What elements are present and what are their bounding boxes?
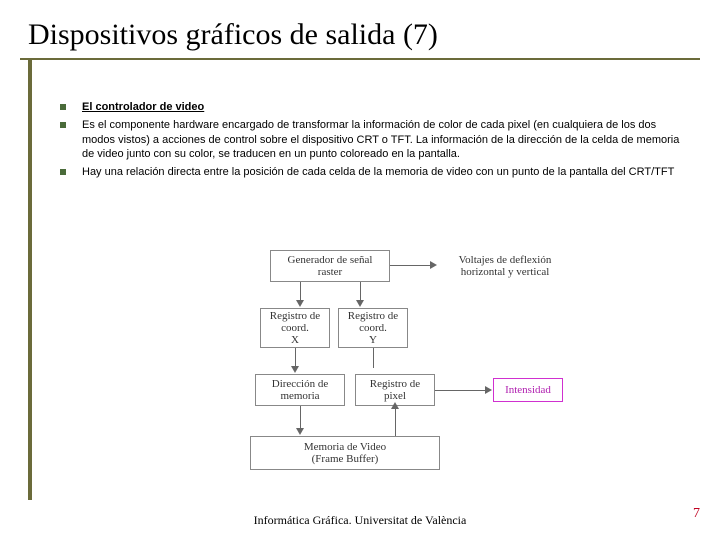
diagram: Generador de señalraster Voltajes de def…	[140, 250, 610, 490]
arrow	[300, 282, 301, 302]
arrow	[373, 348, 374, 368]
box-regx: Registro decoord.X	[260, 308, 330, 348]
bullet-text: El controlador de video	[82, 100, 690, 114]
arrow-head-icon	[291, 366, 299, 373]
arrow	[435, 390, 485, 391]
content-area: El controlador de video Es el componente…	[60, 100, 690, 183]
arrow	[390, 265, 430, 266]
arrow	[360, 282, 361, 302]
arrow-head-icon	[296, 300, 304, 307]
box-memvid: Memoria de Video(Frame Buffer)	[250, 436, 440, 470]
box-regy: Registro decoord.Y	[338, 308, 408, 348]
page-number: 7	[693, 506, 700, 522]
label-deflex: Voltajes de deflexiónhorizontal y vertic…	[440, 254, 570, 278]
accent-bar	[28, 60, 32, 500]
bullet-icon	[60, 122, 66, 128]
box-dirmem: Dirección dememoria	[255, 374, 345, 406]
slide: Dispositivos gráficos de salida (7) El c…	[0, 0, 720, 540]
arrow-head-icon	[391, 402, 399, 409]
bullet-item: Es el componente hardware encargado de t…	[60, 118, 690, 161]
box-intensidad: Intensidad	[493, 378, 563, 402]
arrow	[295, 348, 296, 368]
footer-text: Informática Gráfica. Universitat de Valè…	[0, 513, 720, 528]
bullet-text: Es el componente hardware encargado de t…	[82, 118, 690, 161]
box-generator: Generador de señalraster	[270, 250, 390, 282]
arrow	[300, 406, 301, 430]
arrow	[395, 406, 396, 436]
arrow-head-icon	[430, 261, 437, 269]
arrow-head-icon	[356, 300, 364, 307]
arrow-head-icon	[485, 386, 492, 394]
bullet-item: El controlador de video	[60, 100, 690, 114]
bullet-icon	[60, 104, 66, 110]
slide-title: Dispositivos gráficos de salida (7)	[20, 10, 700, 60]
bullet-icon	[60, 169, 66, 175]
arrow-head-icon	[296, 428, 304, 435]
bullet-item: Hay una relación directa entre la posici…	[60, 165, 690, 179]
bullet-text: Hay una relación directa entre la posici…	[82, 165, 690, 179]
